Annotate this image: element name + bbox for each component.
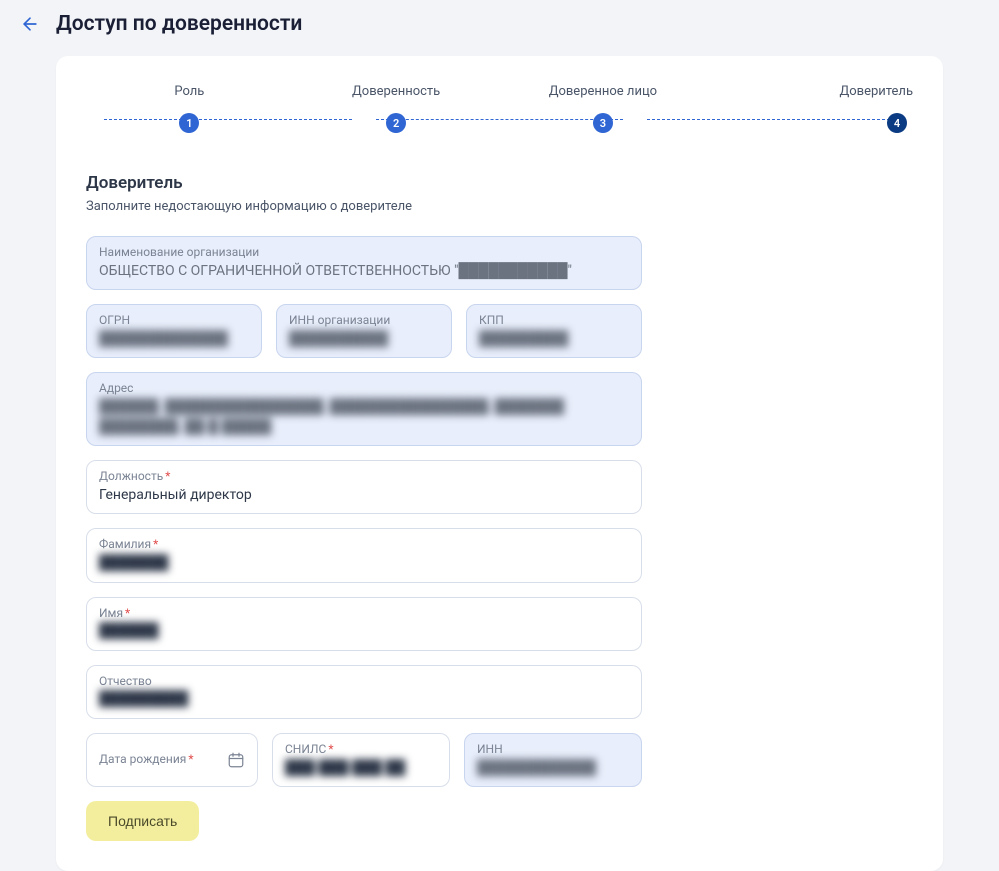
page-title: Доступ по доверенности <box>56 12 302 36</box>
address-field: Адрес ██████, ████████████████, ████████… <box>86 372 642 446</box>
kpp-field: КПП █████████ <box>466 304 642 358</box>
step-number-icon: 3 <box>593 113 613 133</box>
field-value: ██████ <box>99 622 629 642</box>
field-label: Фамилия* <box>99 537 629 553</box>
inn-field: ИНН ████████████ <box>464 733 642 787</box>
required-mark: * <box>328 742 333 756</box>
required-mark: * <box>165 469 170 483</box>
step-label: Доверенное лицо <box>549 84 657 99</box>
required-mark: * <box>153 537 158 551</box>
required-mark: * <box>125 606 130 620</box>
field-label: КПП <box>479 313 629 329</box>
field-value: ███-███-███ ██ <box>285 759 437 779</box>
calendar-icon[interactable] <box>227 751 245 769</box>
field-label: СНИЛС* <box>285 742 437 758</box>
position-field[interactable]: Должность* Генеральный директор <box>86 460 642 514</box>
step-label: Доверитель <box>839 84 913 99</box>
field-label: ИНН организации <box>289 313 439 329</box>
field-value: ██████████ <box>289 330 439 350</box>
step-power[interactable]: Доверенность 2 <box>293 84 500 133</box>
button-row: Подписать <box>86 801 642 841</box>
stepper: Роль 1 Доверенность 2 Доверенное лицо 3 … <box>86 84 913 133</box>
org-name-field: Наименование организации ОБЩЕСТВО С ОГРА… <box>86 236 642 290</box>
patronymic-field[interactable]: Отчество █████████ <box>86 665 642 719</box>
required-mark: * <box>188 752 193 766</box>
step-grantor[interactable]: Доверитель 4 <box>706 84 913 133</box>
field-value: ████████████ <box>477 759 629 779</box>
step-number-icon: 2 <box>386 113 406 133</box>
field-value: █████████████ <box>99 330 249 350</box>
field-value: ███████ <box>99 554 629 574</box>
step-number-icon: 1 <box>179 113 199 133</box>
lastname-field[interactable]: Фамилия* ███████ <box>86 528 642 582</box>
step-label: Роль <box>174 84 204 99</box>
field-label: ОГРН <box>99 313 249 329</box>
field-label: Имя* <box>99 606 629 622</box>
section-title: Доверитель <box>86 173 913 193</box>
field-value: █████████ <box>99 690 629 710</box>
submit-button[interactable]: Подписать <box>86 801 199 841</box>
field-label: Наименование организации <box>99 245 629 261</box>
inn-org-field: ИНН организации ██████████ <box>276 304 452 358</box>
field-label: Адрес <box>99 381 629 397</box>
page-header: Доступ по доверенности <box>0 0 999 46</box>
snils-field[interactable]: СНИЛС* ███-███-███ ██ <box>272 733 450 787</box>
dob-field[interactable]: Дата рождения* <box>86 733 258 787</box>
step-number-icon: 4 <box>887 113 907 133</box>
ogrn-field: ОГРН █████████████ <box>86 304 262 358</box>
form-card: Роль 1 Доверенность 2 Доверенное лицо 3 … <box>56 56 943 871</box>
field-label: Дата рождения* <box>99 752 194 768</box>
back-arrow-icon[interactable] <box>20 14 40 34</box>
section-subtitle: Заполните недостающую информацию о довер… <box>86 199 913 214</box>
step-trusted-person[interactable]: Доверенное лицо 3 <box>500 84 707 133</box>
field-label: Отчество <box>99 674 629 690</box>
field-label: ИНН <box>477 742 629 758</box>
step-label: Доверенность <box>352 84 440 99</box>
field-value: Генеральный директор <box>99 486 629 506</box>
field-label: Должность* <box>99 469 629 485</box>
field-value: ОБЩЕСТВО С ОГРАНИЧЕННОЙ ОТВЕТСТВЕННОСТЬЮ… <box>99 262 629 282</box>
firstname-field[interactable]: Имя* ██████ <box>86 597 642 651</box>
field-value: ██████, ████████████████, ██████████████… <box>99 398 629 437</box>
field-value: █████████ <box>479 330 629 350</box>
step-role[interactable]: Роль 1 <box>86 84 293 133</box>
form-column: Наименование организации ОБЩЕСТВО С ОГРА… <box>86 236 642 841</box>
